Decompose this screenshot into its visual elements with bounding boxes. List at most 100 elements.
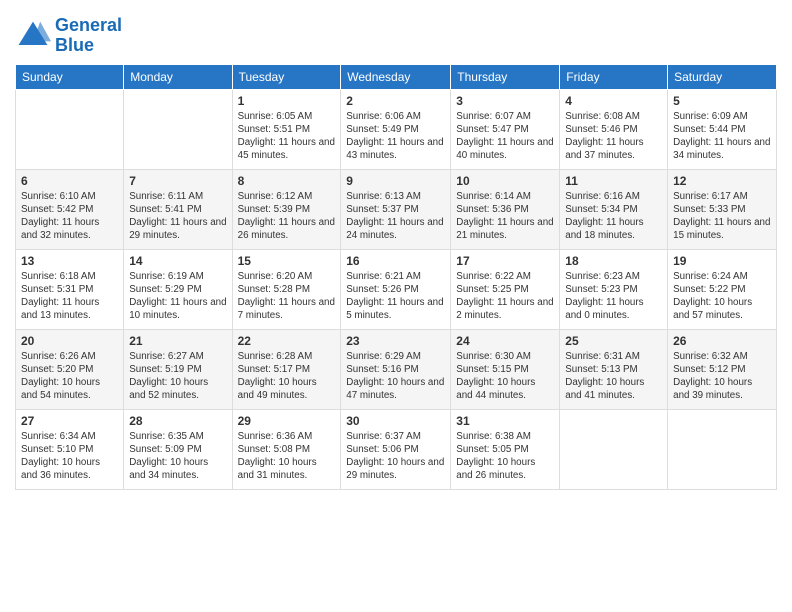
week-row-3: 13 Sunrise: 6:18 AM Sunset: 5:31 PM Dayli… — [16, 249, 777, 329]
calendar-cell: 28 Sunrise: 6:35 AM Sunset: 5:09 PM Dayli… — [124, 409, 232, 489]
calendar-cell: 21 Sunrise: 6:27 AM Sunset: 5:19 PM Dayli… — [124, 329, 232, 409]
day-number: 7 — [129, 174, 226, 188]
calendar-cell: 12 Sunrise: 6:17 AM Sunset: 5:33 PM Dayli… — [668, 169, 777, 249]
calendar-cell: 23 Sunrise: 6:29 AM Sunset: 5:16 PM Dayli… — [341, 329, 451, 409]
calendar-cell — [16, 89, 124, 169]
calendar-cell — [124, 89, 232, 169]
calendar-cell: 8 Sunrise: 6:12 AM Sunset: 5:39 PM Daylig… — [232, 169, 341, 249]
day-info: Sunrise: 6:36 AM Sunset: 5:08 PM Dayligh… — [238, 430, 336, 483]
day-info: Sunrise: 6:12 AM Sunset: 5:39 PM Dayligh… — [238, 190, 336, 243]
day-number: 16 — [346, 254, 445, 268]
calendar-cell: 4 Sunrise: 6:08 AM Sunset: 5:46 PM Daylig… — [560, 89, 668, 169]
calendar-table: SundayMondayTuesdayWednesdayThursdayFrid… — [15, 64, 777, 490]
day-info: Sunrise: 6:24 AM Sunset: 5:22 PM Dayligh… — [673, 270, 771, 323]
day-info: Sunrise: 6:31 AM Sunset: 5:13 PM Dayligh… — [565, 350, 662, 403]
day-info: Sunrise: 6:16 AM Sunset: 5:34 PM Dayligh… — [565, 190, 662, 243]
day-info: Sunrise: 6:23 AM Sunset: 5:23 PM Dayligh… — [565, 270, 662, 323]
calendar-cell: 20 Sunrise: 6:26 AM Sunset: 5:20 PM Dayli… — [16, 329, 124, 409]
day-number: 1 — [238, 94, 336, 108]
day-info: Sunrise: 6:17 AM Sunset: 5:33 PM Dayligh… — [673, 190, 771, 243]
logo-text-line1: General — [55, 16, 122, 36]
calendar-cell: 26 Sunrise: 6:32 AM Sunset: 5:12 PM Dayli… — [668, 329, 777, 409]
day-number: 29 — [238, 414, 336, 428]
day-info: Sunrise: 6:20 AM Sunset: 5:28 PM Dayligh… — [238, 270, 336, 323]
calendar-cell: 18 Sunrise: 6:23 AM Sunset: 5:23 PM Dayli… — [560, 249, 668, 329]
calendar-cell: 6 Sunrise: 6:10 AM Sunset: 5:42 PM Daylig… — [16, 169, 124, 249]
calendar-cell: 30 Sunrise: 6:37 AM Sunset: 5:06 PM Dayli… — [341, 409, 451, 489]
day-number: 6 — [21, 174, 118, 188]
week-row-5: 27 Sunrise: 6:34 AM Sunset: 5:10 PM Dayli… — [16, 409, 777, 489]
day-number: 8 — [238, 174, 336, 188]
day-number: 21 — [129, 334, 226, 348]
day-number: 11 — [565, 174, 662, 188]
calendar-cell: 31Sunrise: 6:38 AM Sunset: 5:05 PM Dayli… — [451, 409, 560, 489]
logo: General Blue — [15, 16, 122, 56]
calendar-cell: 17Sunrise: 6:22 AM Sunset: 5:25 PM Dayli… — [451, 249, 560, 329]
day-number: 18 — [565, 254, 662, 268]
day-info: Sunrise: 6:10 AM Sunset: 5:42 PM Dayligh… — [21, 190, 118, 243]
day-info: Sunrise: 6:13 AM Sunset: 5:37 PM Dayligh… — [346, 190, 445, 243]
day-info: Sunrise: 6:35 AM Sunset: 5:09 PM Dayligh… — [129, 430, 226, 483]
day-number: 13 — [21, 254, 118, 268]
day-number: 22 — [238, 334, 336, 348]
day-info: Sunrise: 6:34 AM Sunset: 5:10 PM Dayligh… — [21, 430, 118, 483]
day-info: Sunrise: 6:06 AM Sunset: 5:49 PM Dayligh… — [346, 110, 445, 163]
day-info: Sunrise: 6:21 AM Sunset: 5:26 PM Dayligh… — [346, 270, 445, 323]
day-number: 12 — [673, 174, 771, 188]
logo-icon — [15, 18, 51, 54]
weekday-header-saturday: Saturday — [668, 64, 777, 89]
day-number: 27 — [21, 414, 118, 428]
day-info: Sunrise: 6:27 AM Sunset: 5:19 PM Dayligh… — [129, 350, 226, 403]
calendar-cell: 1 Sunrise: 6:05 AM Sunset: 5:51 PM Daylig… — [232, 89, 341, 169]
day-info: Sunrise: 6:30 AM Sunset: 5:15 PM Dayligh… — [456, 350, 554, 403]
day-info: Sunrise: 6:18 AM Sunset: 5:31 PM Dayligh… — [21, 270, 118, 323]
logo-text-line2: Blue — [55, 36, 122, 56]
day-number: 28 — [129, 414, 226, 428]
day-number: 25 — [565, 334, 662, 348]
day-number: 26 — [673, 334, 771, 348]
day-info: Sunrise: 6:05 AM Sunset: 5:51 PM Dayligh… — [238, 110, 336, 163]
calendar-page: General Blue SundayMondayTuesdayWednesda… — [0, 0, 792, 612]
calendar-cell: 22Sunrise: 6:28 AM Sunset: 5:17 PM Dayli… — [232, 329, 341, 409]
day-info: Sunrise: 6:22 AM Sunset: 5:25 PM Dayligh… — [456, 270, 554, 323]
week-row-4: 20 Sunrise: 6:26 AM Sunset: 5:20 PM Dayli… — [16, 329, 777, 409]
day-number: 24 — [456, 334, 554, 348]
calendar-cell: 13 Sunrise: 6:18 AM Sunset: 5:31 PM Dayli… — [16, 249, 124, 329]
day-info: Sunrise: 6:08 AM Sunset: 5:46 PM Dayligh… — [565, 110, 662, 163]
calendar-cell: 24 Sunrise: 6:30 AM Sunset: 5:15 PM Dayli… — [451, 329, 560, 409]
day-info: Sunrise: 6:07 AM Sunset: 5:47 PM Dayligh… — [456, 110, 554, 163]
header: General Blue — [15, 10, 777, 56]
day-number: 19 — [673, 254, 771, 268]
day-number: 30 — [346, 414, 445, 428]
calendar-cell: 10Sunrise: 6:14 AM Sunset: 5:36 PM Dayli… — [451, 169, 560, 249]
day-number: 3 — [456, 94, 554, 108]
day-number: 20 — [21, 334, 118, 348]
weekday-header-row: SundayMondayTuesdayWednesdayThursdayFrid… — [16, 64, 777, 89]
calendar-cell: 15 Sunrise: 6:20 AM Sunset: 5:28 PM Dayli… — [232, 249, 341, 329]
calendar-cell — [668, 409, 777, 489]
calendar-cell: 29 Sunrise: 6:36 AM Sunset: 5:08 PM Dayli… — [232, 409, 341, 489]
day-number: 23 — [346, 334, 445, 348]
weekday-header-sunday: Sunday — [16, 64, 124, 89]
calendar-cell: 16 Sunrise: 6:21 AM Sunset: 5:26 PM Dayli… — [341, 249, 451, 329]
calendar-cell: 25 Sunrise: 6:31 AM Sunset: 5:13 PM Dayli… — [560, 329, 668, 409]
calendar-cell: 7Sunrise: 6:11 AM Sunset: 5:41 PM Daylig… — [124, 169, 232, 249]
day-number: 15 — [238, 254, 336, 268]
weekday-header-tuesday: Tuesday — [232, 64, 341, 89]
day-info: Sunrise: 6:37 AM Sunset: 5:06 PM Dayligh… — [346, 430, 445, 483]
day-number: 31 — [456, 414, 554, 428]
day-info: Sunrise: 6:32 AM Sunset: 5:12 PM Dayligh… — [673, 350, 771, 403]
day-info: Sunrise: 6:29 AM Sunset: 5:16 PM Dayligh… — [346, 350, 445, 403]
weekday-header-monday: Monday — [124, 64, 232, 89]
day-number: 14 — [129, 254, 226, 268]
week-row-2: 6 Sunrise: 6:10 AM Sunset: 5:42 PM Daylig… — [16, 169, 777, 249]
calendar-cell: 14Sunrise: 6:19 AM Sunset: 5:29 PM Dayli… — [124, 249, 232, 329]
day-number: 4 — [565, 94, 662, 108]
calendar-cell: 5Sunrise: 6:09 AM Sunset: 5:44 PM Daylig… — [668, 89, 777, 169]
weekday-header-friday: Friday — [560, 64, 668, 89]
day-info: Sunrise: 6:09 AM Sunset: 5:44 PM Dayligh… — [673, 110, 771, 163]
weekday-header-wednesday: Wednesday — [341, 64, 451, 89]
day-info: Sunrise: 6:26 AM Sunset: 5:20 PM Dayligh… — [21, 350, 118, 403]
day-number: 9 — [346, 174, 445, 188]
day-number: 10 — [456, 174, 554, 188]
